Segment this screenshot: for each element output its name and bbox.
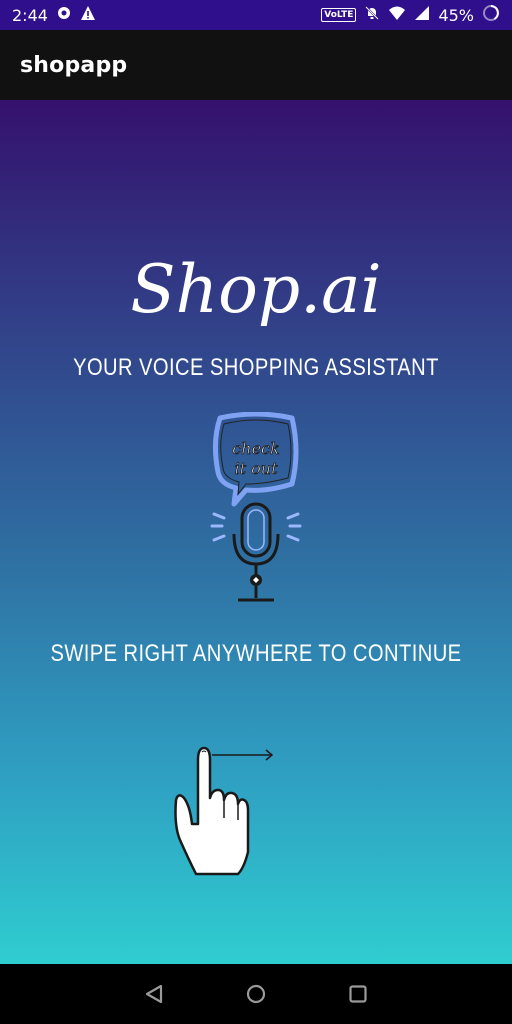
status-time: 2:44 [12, 5, 48, 25]
bubble-text-line2: it out [235, 459, 279, 478]
signal-icon [414, 5, 430, 25]
logo-text: Shop.ai [130, 251, 382, 328]
microphone-icon: check it out [210, 412, 302, 602]
status-left: 2:44 [12, 5, 96, 25]
status-bar: 2:44 VoLTE 45% [0, 0, 512, 30]
app-title: shopapp [20, 52, 128, 78]
battery-percent: 45% [438, 5, 474, 25]
tagline: YOUR VOICE SHOPPING ASSISTANT [73, 354, 439, 381]
notification-icon [56, 5, 72, 25]
swipe-hand-icon [174, 746, 274, 876]
wifi-icon [388, 5, 406, 25]
warning-icon [80, 5, 96, 25]
navigation-bar [0, 964, 512, 1024]
mute-bell-icon [364, 5, 380, 25]
splash-screen[interactable]: Shop.ai YOUR VOICE SHOPPING ASSISTANT ch… [0, 100, 512, 964]
volte-badge: VoLTE [321, 8, 357, 22]
app-bar: shopapp [0, 30, 512, 100]
recents-square-icon[interactable] [347, 983, 369, 1005]
battery-ring-icon [482, 4, 500, 26]
bubble-text-line1: check [232, 439, 279, 458]
home-circle-icon[interactable] [245, 983, 267, 1005]
status-right: VoLTE 45% [321, 4, 500, 26]
back-triangle-icon[interactable] [143, 983, 165, 1005]
swipe-hint: SWIPE RIGHT ANYWHERE TO CONTINUE [50, 640, 462, 667]
